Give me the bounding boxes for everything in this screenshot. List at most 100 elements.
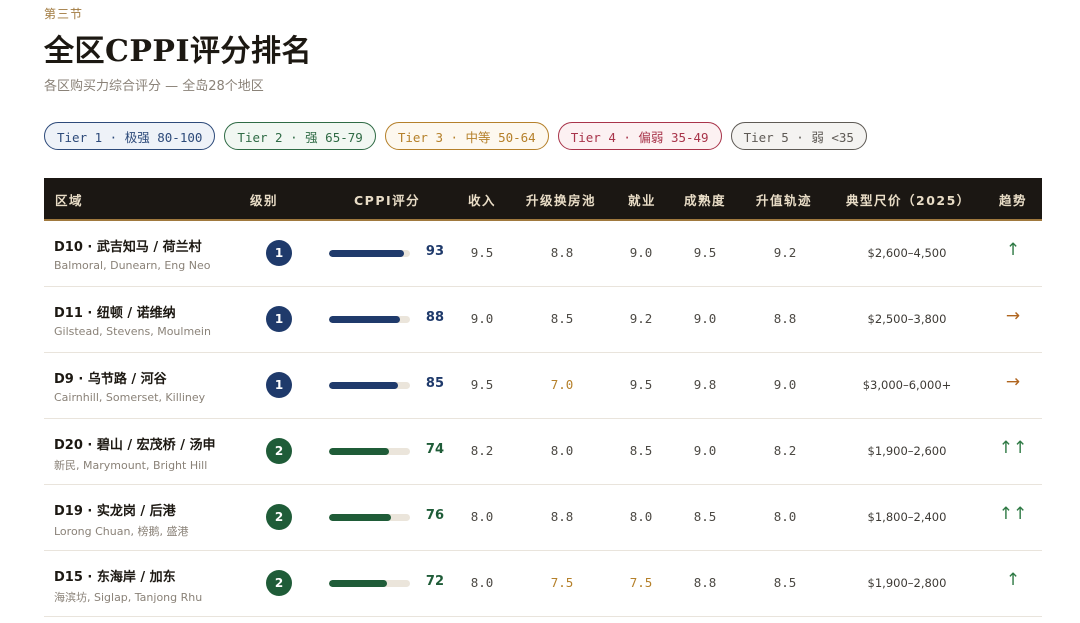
region-areas: Balmoral, Dunearn, Eng Neo <box>54 259 211 272</box>
cppi-bar <box>329 514 410 521</box>
cppi-bar <box>329 448 410 455</box>
cppi-bar-fill <box>329 514 391 521</box>
price-range: $1,800–2,400 <box>867 510 947 524</box>
upgrade-score: 7.5 <box>550 575 574 590</box>
region-name: D9 · 乌节路 / 河谷 <box>54 372 167 387</box>
table-row[interactable]: D10 · 武吉知马 / 荷兰村 Balmoral, Dunearn, Eng … <box>44 221 1042 287</box>
cppi-bar <box>329 316 410 323</box>
region-name: D15 · 东海岸 / 加东 <box>54 570 176 585</box>
cppi-bar-fill <box>329 448 389 455</box>
cppi-score: 88 <box>425 310 444 325</box>
page-title: 全区CPPI评分排名 <box>44 34 313 69</box>
cppi-score: 85 <box>425 376 444 391</box>
employment-score: 8.5 <box>629 443 653 458</box>
col-income[interactable]: 收入 <box>468 190 496 209</box>
income-score: 9.5 <box>470 377 494 392</box>
tier-chip-2[interactable]: Tier 2 · 强 65-79 <box>224 122 376 150</box>
trend-arrow-icon: ↑ <box>1005 240 1021 260</box>
table-row[interactable]: D20 · 碧山 / 宏茂桥 / 汤申 新民, Marymount, Brigh… <box>44 419 1042 485</box>
table-row[interactable]: D19 · 实龙岗 / 后港 Lorong Chuan, 榜鹅, 盛港 2 76… <box>44 485 1042 551</box>
income-score: 8.2 <box>470 443 494 458</box>
price-range: $2,600–4,500 <box>867 246 947 260</box>
ranking-table: 区域 级别 CPPI评分 收入 升级换房池 就业 成熟度 升值轨迹 典型尺价（2… <box>44 178 1042 617</box>
cppi-bar <box>329 250 410 257</box>
cppi-bar-fill <box>329 580 388 587</box>
region-areas: Gilstead, Stevens, Moulmein <box>54 325 211 338</box>
tier-badge: 1 <box>266 240 292 266</box>
region-areas: Cairnhill, Somerset, Killiney <box>54 391 206 404</box>
region-name: D19 · 实龙岗 / 后港 <box>54 504 176 519</box>
cppi-score: 76 <box>425 508 444 523</box>
table-row[interactable]: D11 · 纽顿 / 诺维纳 Gilstead, Stevens, Moulme… <box>44 287 1042 353</box>
region-name: D11 · 纽顿 / 诺维纳 <box>54 306 176 321</box>
tier-chip-1[interactable]: Tier 1 · 极强 80-100 <box>44 122 216 150</box>
income-score: 9.5 <box>470 245 494 260</box>
income-score: 8.0 <box>470 509 494 524</box>
maturity-score: 9.0 <box>693 443 717 458</box>
trend-arrow-icon: → <box>1005 372 1021 392</box>
appreciation-score: 9.0 <box>773 377 797 392</box>
trend-arrow-icon: ↑↑ <box>998 504 1028 524</box>
tier-chip-3[interactable]: Tier 3 · 中等 50-64 <box>384 122 549 150</box>
upgrade-score: 7.0 <box>550 377 574 392</box>
maturity-score: 8.5 <box>693 509 717 524</box>
cppi-bar-fill <box>329 250 405 257</box>
upgrade-score: 8.8 <box>550 509 574 524</box>
tier-chip-5[interactable]: Tier 5 · 弱 <35 <box>730 122 867 150</box>
tier-badge: 2 <box>266 438 292 464</box>
tier-badge: 1 <box>266 306 292 332</box>
col-tier[interactable]: 级别 <box>250 190 278 209</box>
cppi-score: 93 <box>425 244 444 259</box>
upgrade-score: 8.0 <box>550 443 574 458</box>
upgrade-score: 8.8 <box>550 245 574 260</box>
upgrade-score: 8.5 <box>550 311 574 326</box>
trend-arrow-icon: → <box>1005 306 1021 326</box>
tier-chip-4[interactable]: Tier 4 · 偏弱 35-49 <box>557 122 722 150</box>
trend-arrow-icon: ↑ <box>1005 570 1021 590</box>
col-cppi[interactable]: CPPI评分 <box>354 190 420 209</box>
cppi-score: 72 <box>425 574 444 589</box>
table-row[interactable]: D15 · 东海岸 / 加东 海滨坊, Siglap, Tanjong Rhu … <box>44 551 1042 617</box>
region-areas: 新民, Marymount, Bright Hill <box>54 459 208 472</box>
cppi-bar <box>329 580 410 587</box>
col-maturity[interactable]: 成熟度 <box>684 190 726 209</box>
col-price[interactable]: 典型尺价（2025） <box>846 190 971 209</box>
employment-score: 9.2 <box>629 311 653 326</box>
region-areas: 海滨坊, Siglap, Tanjong Rhu <box>54 591 203 604</box>
cppi-bar-fill <box>329 316 401 323</box>
page-subtitle: 各区购买力综合评分 — 全岛28个地区 <box>44 79 264 94</box>
maturity-score: 9.0 <box>693 311 717 326</box>
price-range: $2,500–3,800 <box>867 312 947 326</box>
appreciation-score: 9.2 <box>773 245 797 260</box>
section-label: 第三节 <box>44 7 84 21</box>
employment-score: 9.0 <box>629 245 653 260</box>
employment-score: 8.0 <box>629 509 653 524</box>
region-name: D10 · 武吉知马 / 荷兰村 <box>54 240 202 255</box>
region-name: D20 · 碧山 / 宏茂桥 / 汤申 <box>54 438 216 453</box>
trend-arrow-icon: ↑↑ <box>998 438 1028 458</box>
appreciation-score: 8.8 <box>773 311 797 326</box>
col-appreciation[interactable]: 升值轨迹 <box>756 190 812 209</box>
price-range: $3,000–6,000+ <box>862 378 952 392</box>
appreciation-score: 8.5 <box>773 575 797 590</box>
price-range: $1,900–2,800 <box>867 576 947 590</box>
tier-badge: 1 <box>266 372 292 398</box>
col-trend[interactable]: 趋势 <box>999 190 1027 209</box>
appreciation-score: 8.2 <box>773 443 797 458</box>
cppi-score: 74 <box>425 442 444 457</box>
cppi-bar <box>329 382 410 389</box>
col-upgrade[interactable]: 升级换房池 <box>526 190 596 209</box>
employment-score: 9.5 <box>629 377 653 392</box>
tier-legend: Tier 1 · 极强 80-100 Tier 2 · 强 65-79 Tier… <box>44 122 867 150</box>
col-region[interactable]: 区域 <box>55 190 83 209</box>
employment-score: 7.5 <box>629 575 653 590</box>
table-row[interactable]: D9 · 乌节路 / 河谷 Cairnhill, Somerset, Killi… <box>44 353 1042 419</box>
cppi-bar-fill <box>329 382 398 389</box>
table-header: 区域 级别 CPPI评分 收入 升级换房池 就业 成熟度 升值轨迹 典型尺价（2… <box>44 178 1042 221</box>
income-score: 9.0 <box>470 311 494 326</box>
col-employment[interactable]: 就业 <box>628 190 656 209</box>
region-areas: Lorong Chuan, 榜鹅, 盛港 <box>54 525 189 538</box>
maturity-score: 8.8 <box>693 575 717 590</box>
maturity-score: 9.8 <box>693 377 717 392</box>
tier-badge: 2 <box>266 504 292 530</box>
